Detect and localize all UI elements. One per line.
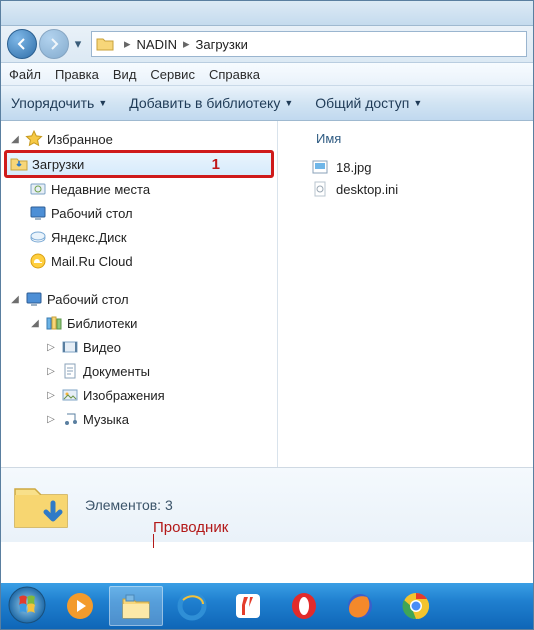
start-button[interactable] (5, 583, 51, 629)
chevron-down-icon: ▼ (284, 98, 293, 108)
body: ◢ Избранное Загрузки 1 (1, 121, 533, 467)
chevron-down-icon: ▼ (98, 98, 107, 108)
taskbar-chrome[interactable] (389, 586, 443, 626)
menu-service[interactable]: Сервис (150, 67, 195, 82)
back-button[interactable] (7, 29, 37, 59)
taskbar (1, 583, 533, 629)
ini-file-icon (312, 181, 328, 197)
navigation-pane: ◢ Избранное Загрузки 1 (1, 121, 278, 467)
sidebar-item-label: Документы (83, 364, 150, 379)
annotation-marker-1: 1 (212, 156, 220, 173)
chevron-right-icon: ▸ (124, 36, 131, 52)
desktop-group: ◢ Рабочий стол ◢ Библиотеки ▷ (1, 287, 277, 431)
documents-library-icon (61, 362, 79, 380)
desktop-label: Рабочий стол (47, 292, 129, 307)
pictures-library-icon (61, 386, 79, 404)
nav-row: ▾ ▸ NADIN ▸ Загрузки (1, 26, 533, 63)
taskbar-opera[interactable] (277, 586, 331, 626)
sidebar-item-label: Яндекс.Диск (51, 230, 127, 245)
sidebar-item-downloads[interactable]: Загрузки 1 (5, 151, 273, 177)
sidebar-item-label: Рабочий стол (51, 206, 133, 221)
expand-icon[interactable]: ▷ (45, 390, 57, 401)
organize-button[interactable]: Упорядочить ▼ (11, 95, 107, 111)
sidebar-item-documents[interactable]: ▷ Документы (1, 359, 277, 383)
forward-button[interactable] (39, 29, 69, 59)
downloads-folder-large-icon (11, 477, 71, 533)
sidebar-item-music[interactable]: ▷ Музыка (1, 407, 277, 431)
sidebar-item-mailru-cloud[interactable]: Mail.Ru Cloud (1, 249, 277, 273)
sidebar-item-videos[interactable]: ▷ Видео (1, 335, 277, 359)
desktop-icon (25, 290, 43, 308)
history-dropdown-icon[interactable]: ▾ (71, 36, 85, 52)
command-bar: Упорядочить ▼ Добавить в библиотеку ▼ Общи… (1, 86, 533, 121)
favorites-header[interactable]: ◢ Избранное (1, 127, 277, 151)
desktop-icon (29, 204, 47, 222)
favorites-label: Избранное (47, 132, 113, 147)
libraries-header[interactable]: ◢ Библиотеки (1, 311, 277, 335)
annotation-pointer-line (153, 534, 154, 548)
expand-icon[interactable]: ▷ (45, 342, 57, 353)
video-library-icon (61, 338, 79, 356)
file-name: desktop.ini (336, 182, 398, 197)
chevron-right-icon: ▸ (183, 36, 190, 52)
sidebar-item-label: Видео (83, 340, 121, 355)
sidebar-item-label: Недавние места (51, 182, 150, 197)
menu-edit[interactable]: Правка (55, 67, 99, 82)
taskbar-yandex-browser[interactable] (221, 586, 275, 626)
status-elements-count: Элементов: 3 (85, 497, 173, 513)
sidebar-item-desktop[interactable]: Рабочий стол (1, 201, 277, 225)
chevron-down-icon: ▼ (413, 98, 422, 108)
file-item[interactable]: desktop.ini (288, 178, 523, 200)
sidebar-item-pictures[interactable]: ▷ Изображения (1, 383, 277, 407)
titlebar (1, 1, 533, 26)
yandex-disk-icon (29, 228, 47, 246)
taskbar-firefox[interactable] (333, 586, 387, 626)
libraries-label: Библиотеки (67, 316, 137, 331)
sidebar-item-label: Загрузки (32, 157, 84, 172)
sidebar-item-label: Mail.Ru Cloud (51, 254, 133, 269)
menu-help[interactable]: Справка (209, 67, 260, 82)
expand-icon[interactable]: ▷ (45, 366, 57, 377)
sidebar-item-recent[interactable]: Недавние места (1, 177, 277, 201)
sidebar-item-yandex-disk[interactable]: Яндекс.Диск (1, 225, 277, 249)
file-list-pane[interactable]: Имя 18.jpg desktop.ini (278, 121, 533, 467)
music-library-icon (61, 410, 79, 428)
mailru-cloud-icon (29, 252, 47, 270)
image-file-icon (312, 159, 328, 175)
breadcrumb[interactable]: ▸ NADIN ▸ Загрузки (91, 31, 527, 57)
file-item[interactable]: 18.jpg (288, 156, 523, 178)
desktop-header[interactable]: ◢ Рабочий стол (1, 287, 277, 311)
share-button[interactable]: Общий доступ ▼ (315, 95, 422, 111)
recent-places-icon (29, 180, 47, 198)
expand-icon[interactable]: ▷ (45, 414, 57, 425)
star-icon (25, 130, 43, 148)
add-to-library-button[interactable]: Добавить в библиотеку ▼ (129, 95, 293, 111)
file-name: 18.jpg (336, 160, 371, 175)
breadcrumb-current[interactable]: Загрузки (196, 37, 248, 52)
breadcrumb-root[interactable]: NADIN (137, 37, 177, 52)
favorites-group: ◢ Избранное Загрузки 1 (1, 127, 277, 273)
libraries-icon (45, 314, 63, 332)
details-pane: Элементов: 3 Проводник (1, 467, 533, 542)
explorer-window: ▾ ▸ NADIN ▸ Загрузки Файл Правка Вид Сер… (0, 0, 534, 630)
collapse-icon[interactable]: ◢ (29, 318, 41, 329)
column-header-name[interactable]: Имя (288, 129, 523, 156)
collapse-icon[interactable]: ◢ (9, 294, 21, 305)
share-label: Общий доступ (315, 95, 409, 111)
taskbar-explorer[interactable] (109, 586, 163, 626)
organize-label: Упорядочить (11, 95, 94, 111)
sidebar-item-label: Изображения (83, 388, 165, 403)
menu-file[interactable]: Файл (9, 67, 41, 82)
menubar: Файл Правка Вид Сервис Справка (1, 63, 533, 86)
menu-view[interactable]: Вид (113, 67, 137, 82)
taskbar-ie[interactable] (165, 586, 219, 626)
collapse-icon[interactable]: ◢ (9, 134, 21, 145)
annotation-explorer-label: Проводник (153, 519, 228, 536)
folder-icon (96, 36, 114, 52)
taskbar-media-player[interactable] (53, 586, 107, 626)
addlib-label: Добавить в библиотеку (129, 95, 280, 111)
downloads-icon (10, 155, 28, 173)
sidebar-item-label: Музыка (83, 412, 129, 427)
